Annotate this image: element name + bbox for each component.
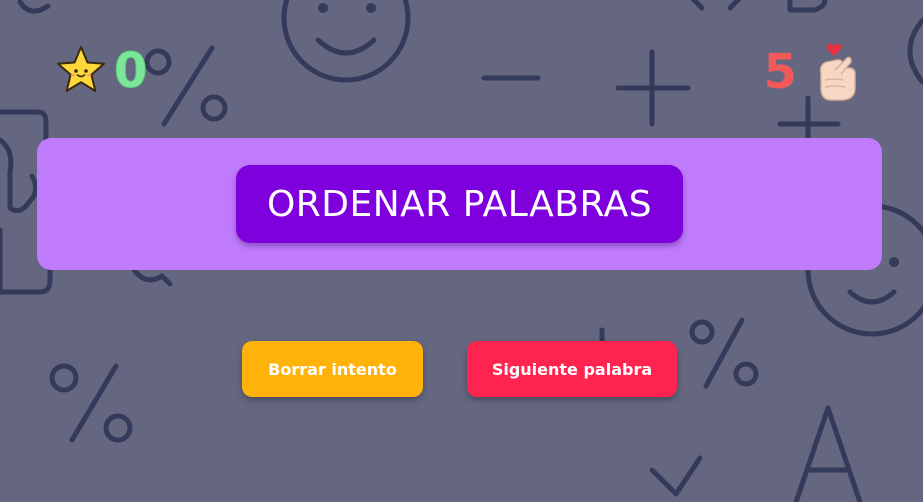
game-screen: 0 5 ORDENAR PALABRAS Borrar intento Sigu… [0, 0, 923, 502]
score-display: 0 [54, 43, 148, 99]
percent-doodle-icon [144, 45, 228, 127]
next-word-button[interactable]: Siguiente palabra [467, 341, 677, 397]
star-face-icon [57, 46, 105, 92]
letter-a-doodle-icon [793, 405, 863, 502]
lives-display: 5 [764, 40, 863, 104]
plus-doodle-icon [615, 49, 691, 127]
smiley-doodle-icon [17, 0, 51, 14]
plus-doodle-icon [777, 95, 841, 141]
finger-heart-hand-icon [819, 43, 856, 101]
circle-doodle-icon [907, 17, 923, 85]
smiley-doodle-icon [281, 0, 411, 83]
letter-doodle-icon [131, 267, 173, 287]
letter-doodle-icon [690, 0, 828, 13]
score-value: 0 [113, 43, 148, 99]
clear-attempt-button[interactable]: Borrar intento [242, 341, 423, 397]
check-doodle-icon [649, 455, 703, 497]
percent-doodle-icon [689, 317, 759, 389]
percent-doodle-icon [49, 363, 133, 443]
lives-value: 5 [763, 44, 797, 100]
game-title: ORDENAR PALABRAS [236, 165, 683, 243]
